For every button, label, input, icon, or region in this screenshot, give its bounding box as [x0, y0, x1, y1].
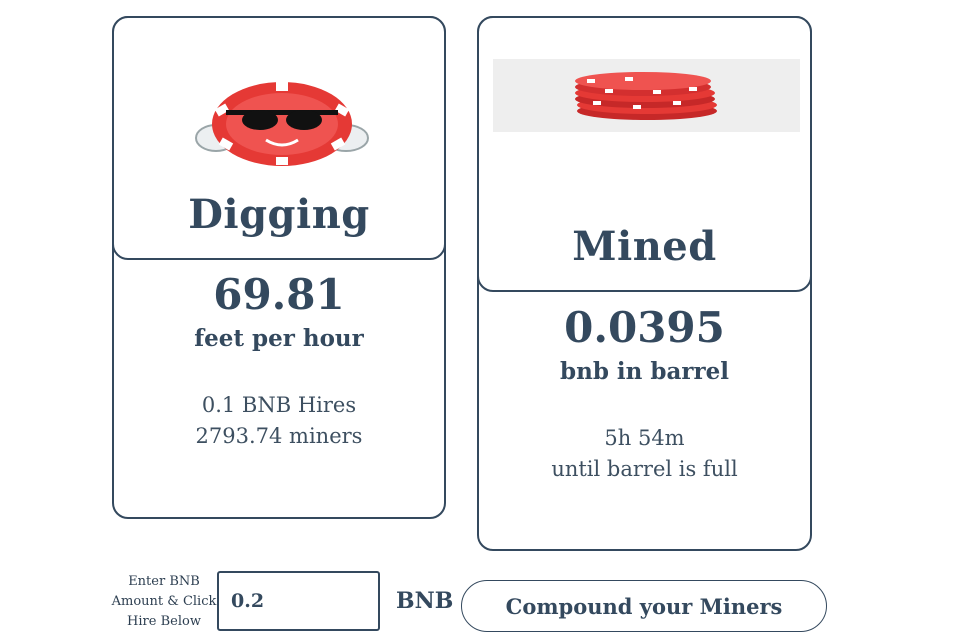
mined-header: Mined: [477, 16, 812, 292]
mined-value: 0.0395: [564, 303, 725, 352]
compound-miners-button[interactable]: Compound your Miners: [461, 580, 827, 632]
digging-card: Digging 69.81 feet per hour 0.1 BNB Hire…: [112, 16, 446, 519]
chip-stack-icon: [575, 72, 717, 120]
digging-header: Digging: [112, 16, 446, 260]
chip-stack-image: [493, 59, 800, 132]
digging-rate-value: 69.81: [213, 270, 345, 319]
mined-unit: bnb in barrel: [560, 358, 729, 385]
mined-card: Mined 0.0395 bnb in barrel 5h 54m until …: [477, 16, 812, 551]
bnb-amount-input[interactable]: [217, 571, 380, 631]
digging-rate-unit: feet per hour: [194, 325, 364, 352]
chip-with-sunglasses-icon: [195, 82, 369, 166]
digging-title: Digging: [188, 191, 370, 238]
hire-rate-note: 0.1 BNB Hires 2793.74 miners: [195, 393, 363, 448]
hire-hint: Enter BNB Amount & Click Hire Below: [111, 574, 217, 629]
barrel-time: 5h 54m: [604, 426, 685, 450]
barrel-note: until barrel is full: [551, 457, 738, 481]
currency-label: BNB: [396, 588, 454, 614]
mined-title: Mined: [572, 223, 717, 270]
